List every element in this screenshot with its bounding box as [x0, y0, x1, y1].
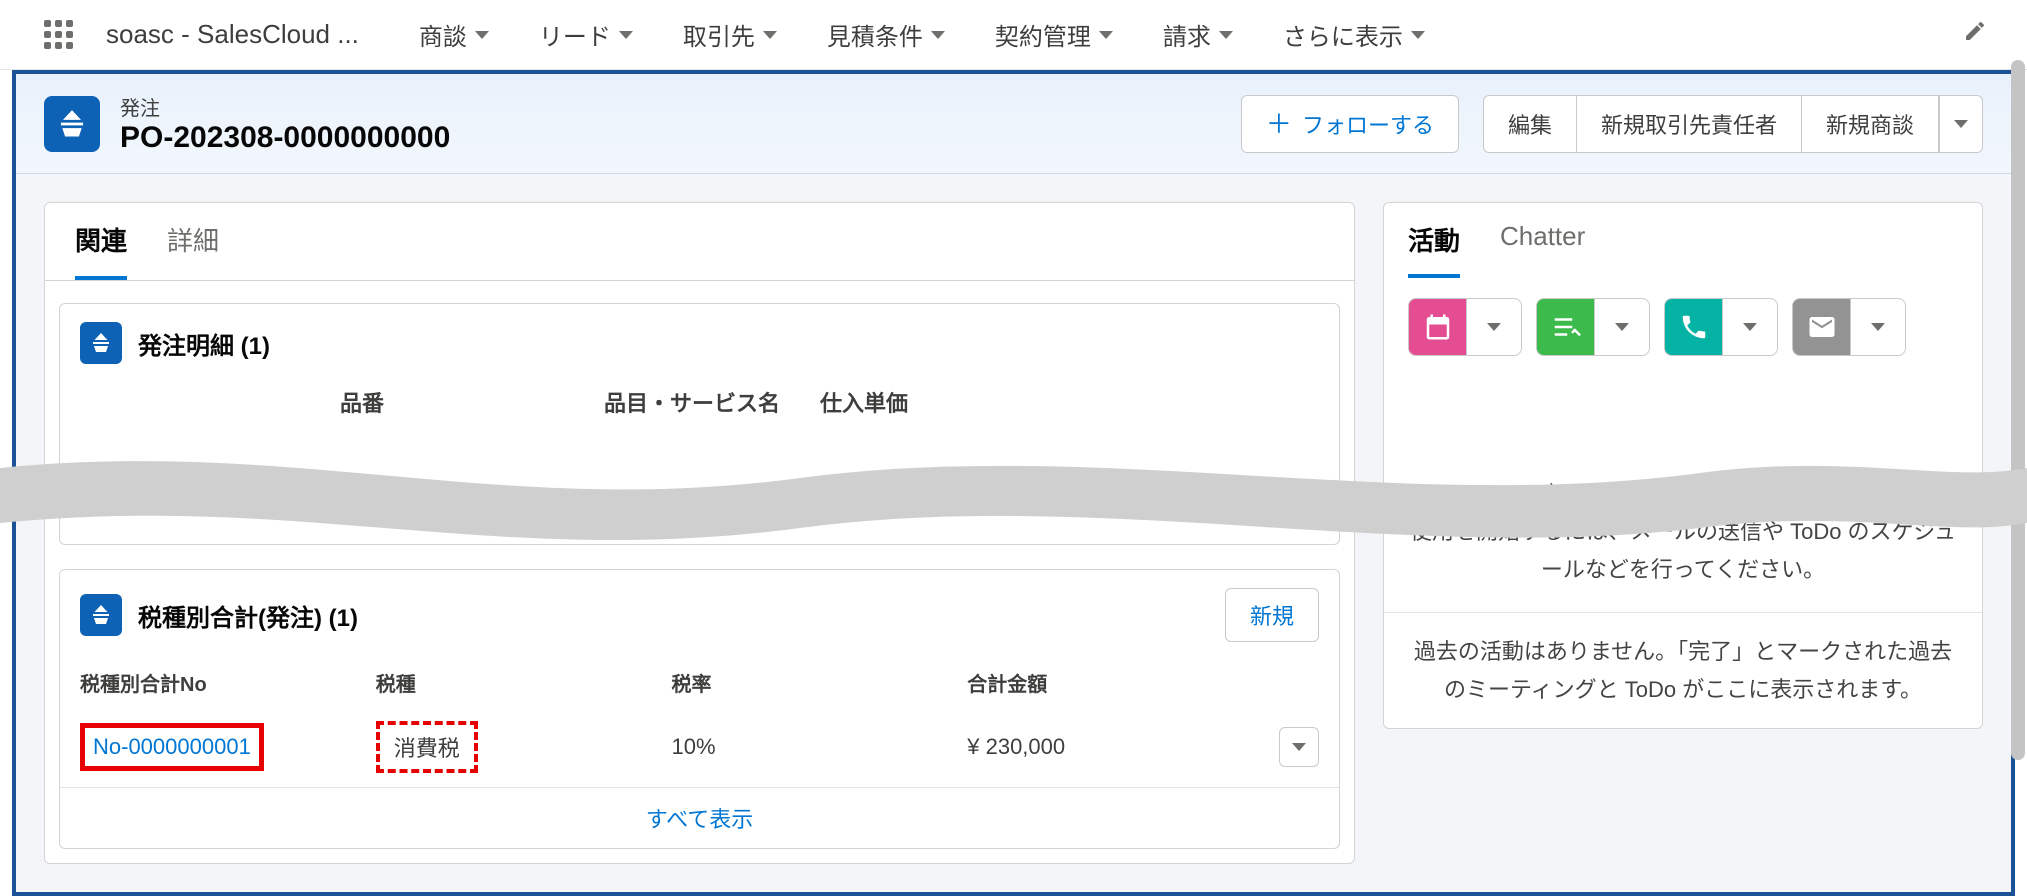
tab-chatter[interactable]: Chatter	[1500, 221, 1585, 278]
chevron-down-icon	[1219, 31, 1233, 39]
chevron-down-icon	[619, 31, 633, 39]
left-tabs: 関連 詳細	[45, 203, 1354, 281]
phone-icon	[1664, 298, 1722, 356]
nav-item-billing[interactable]: 請求	[1163, 17, 1233, 52]
row-actions-button[interactable]	[1279, 727, 1319, 767]
edit-nav-icon[interactable]	[1963, 19, 1987, 50]
table-row: No-0000000001 消費税 10% ¥ 230,000	[60, 707, 1339, 787]
chevron-down-icon	[1871, 323, 1885, 331]
nav-item-opportunity[interactable]: 商談	[419, 17, 489, 52]
more-actions-button[interactable]	[1939, 95, 1983, 153]
new-task-button[interactable]	[1536, 298, 1650, 356]
tab-related[interactable]: 関連	[75, 221, 127, 280]
nav-item-quote[interactable]: 見積条件	[827, 17, 945, 52]
activity-empty-message: 表示する活動がありません。 使用を開始するには、メールの送信や ToDo のスケ…	[1384, 466, 1982, 612]
app-launcher-icon[interactable]	[40, 17, 76, 53]
view-all-link[interactable]: すべて表示	[60, 787, 1339, 848]
col-item-no: 品番	[340, 386, 384, 418]
record-actions: ＋フォローする 編集 新規取引先責任者 新規商談	[1241, 95, 1983, 153]
highlight-dashed-box: 消費税	[376, 721, 478, 773]
tax-table-header: 税種別合計No 税種 税率 合計金額	[60, 660, 1339, 707]
new-contact-button[interactable]: 新規取引先責任者	[1576, 95, 1801, 153]
chevron-down-icon	[1615, 323, 1629, 331]
activity-card: 活動 Chatter	[1383, 202, 1983, 729]
left-tabs-card: 関連 詳細 発注明細 (1) 品番 品目・サービス名	[44, 202, 1355, 864]
tax-total-icon	[80, 594, 122, 636]
nav-item-lead[interactable]: リード	[539, 17, 633, 52]
tax-type-value: 消費税	[394, 736, 460, 761]
scrollbar-thumb[interactable]	[2011, 60, 2025, 760]
chevron-down-icon	[1292, 743, 1306, 751]
col-tax-type: 税種	[376, 668, 672, 697]
record-type-label: 発注	[120, 92, 450, 121]
plus-icon: ＋	[1266, 111, 1292, 137]
send-email-button[interactable]	[1792, 298, 1906, 356]
related-list-po-lines: 発注明細 (1) 品番 品目・サービス名 仕入単価	[59, 303, 1340, 545]
related-title[interactable]: 発注明細 (1)	[138, 326, 270, 361]
tax-rate-value: 10%	[672, 734, 968, 760]
highlight-solid-box: No-0000000001	[80, 723, 264, 771]
related-title[interactable]: 税種別合計(発注) (1)	[138, 598, 358, 633]
nav-item-contract[interactable]: 契約管理	[995, 17, 1113, 52]
chevron-down-icon	[1487, 323, 1501, 331]
chevron-down-icon	[931, 31, 945, 39]
po-line-icon	[80, 322, 122, 364]
chevron-down-icon	[1099, 31, 1113, 39]
related-list-tax-totals: 税種別合計(発注) (1) 新規 税種別合計No 税種 税率 合計金額 No-0…	[59, 569, 1340, 849]
tax-total-link[interactable]: No-0000000001	[93, 734, 251, 759]
chevron-down-icon	[475, 31, 489, 39]
chevron-down-icon	[1743, 323, 1757, 331]
col-unit-price: 仕入単価	[820, 386, 908, 418]
edit-button[interactable]: 編集	[1483, 95, 1576, 153]
content-area: 関連 詳細 発注明細 (1) 品番 品目・サービス名	[16, 174, 2011, 892]
new-opportunity-button[interactable]: 新規商談	[1801, 95, 1939, 153]
tab-details[interactable]: 詳細	[167, 221, 219, 280]
new-event-button[interactable]	[1408, 298, 1522, 356]
col-total: 合計金額	[967, 668, 1263, 697]
partial-column-headers: 品番 品目・サービス名 仕入単価	[60, 382, 1339, 424]
record-title: PO-202308-0000000000	[120, 121, 450, 155]
follow-button[interactable]: ＋フォローする	[1241, 95, 1459, 153]
nav-items: 商談 リード 取引先 見積条件 契約管理 請求 さらに表示	[419, 17, 1943, 52]
total-value: ¥ 230,000	[967, 734, 1263, 760]
activity-composer	[1384, 278, 1982, 376]
task-icon	[1536, 298, 1594, 356]
chevron-down-icon	[763, 31, 777, 39]
app-name[interactable]: soasc - SalesCloud ...	[106, 19, 359, 50]
activity-tabs: 活動 Chatter	[1384, 203, 1982, 278]
past-activity-message: 過去の活動はありません。「完了」とマークされた過去のミーティングと ToDo が…	[1384, 612, 1982, 728]
col-no: 税種別合計No	[80, 668, 376, 697]
col-item-name: 品目・サービス名	[604, 386, 780, 418]
log-call-button[interactable]	[1664, 298, 1778, 356]
mail-icon	[1792, 298, 1850, 356]
purchase-order-icon	[44, 96, 100, 152]
col-tax-rate: 税率	[672, 668, 968, 697]
record-header: 発注 PO-202308-0000000000 ＋フォローする 編集 新規取引先…	[16, 74, 2011, 174]
chevron-down-icon	[1411, 31, 1425, 39]
global-nav: soasc - SalesCloud ... 商談 リード 取引先 見積条件 契…	[0, 0, 2027, 70]
tab-activity[interactable]: 活動	[1408, 221, 1460, 278]
nav-item-more[interactable]: さらに表示	[1283, 17, 1425, 52]
new-tax-total-button[interactable]: 新規	[1225, 588, 1319, 642]
chevron-down-icon	[1954, 120, 1968, 128]
calendar-icon	[1408, 298, 1466, 356]
nav-item-account[interactable]: 取引先	[683, 17, 777, 52]
